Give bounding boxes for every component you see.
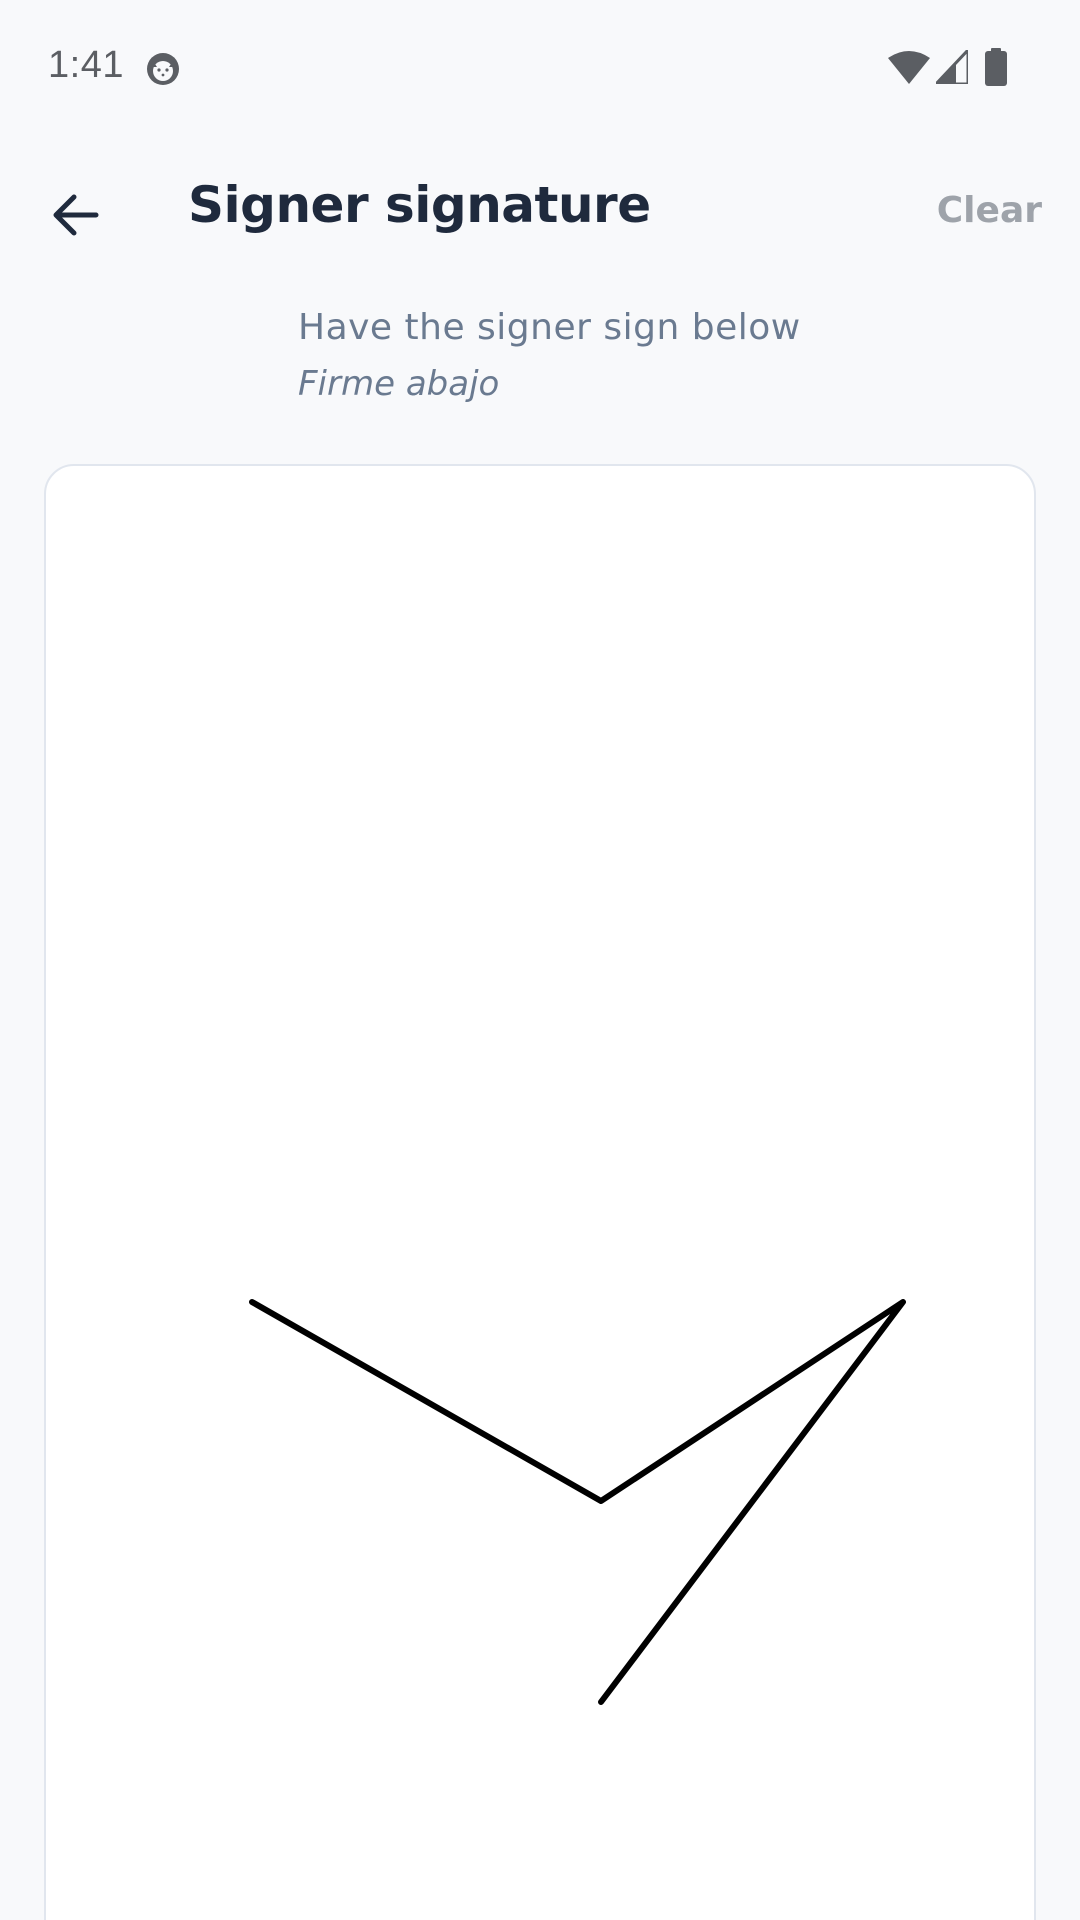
status-time: 1:41 [48, 44, 124, 86]
battery-icon [985, 48, 1007, 86]
signature-pad[interactable] [44, 464, 1036, 1920]
back-button[interactable] [40, 180, 110, 250]
status-bar: 1:41 [0, 0, 1080, 140]
clear-button[interactable]: Clear [937, 190, 1042, 231]
signal-icon [936, 50, 968, 84]
instruction-primary: Have the signer sign below [298, 307, 801, 348]
instruction-secondary: Firme abajo [298, 364, 500, 404]
app-notification-icon [147, 53, 179, 85]
wifi-icon [888, 51, 930, 84]
arrow-left-icon [53, 194, 99, 236]
signer-signature-screen: 1:41 Signer signature Clear Have the sig… [0, 0, 1080, 1920]
signature-stroke [249, 1299, 906, 1705]
app-header: Signer signature Clear [0, 150, 1080, 270]
signature-canvas[interactable] [46, 466, 1036, 1920]
page-title: Signer signature [188, 176, 651, 234]
